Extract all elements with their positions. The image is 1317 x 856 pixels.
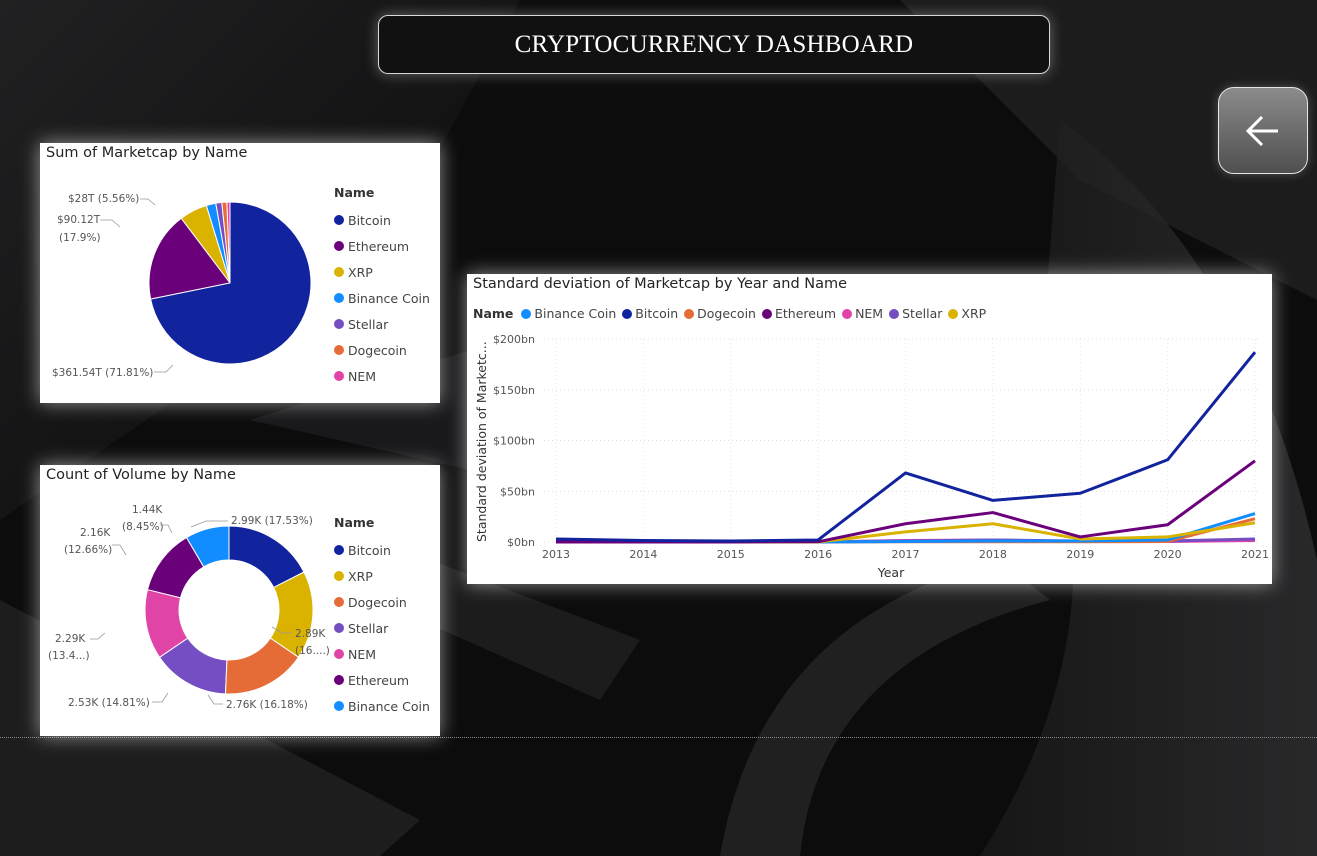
pie-legend-marker-dogecoin <box>334 345 344 355</box>
donut-legend-label-xrp: XRP <box>348 568 373 584</box>
donut-legend-item-nem[interactable]: NEM <box>334 641 430 667</box>
pie-label-ethereum-1: $90.12T <box>57 214 101 226</box>
donut-label-xrp-2: (16....) <box>295 645 330 657</box>
donut-label-binance-2: (8.45%) <box>122 521 164 533</box>
pie-legend-label-bitcoin: Bitcoin <box>348 212 391 228</box>
back-button[interactable] <box>1218 87 1308 174</box>
x-tick-label: 2019 <box>1066 548 1094 561</box>
donut-legend-item-xrp[interactable]: XRP <box>334 563 430 589</box>
donut-label-nem-2: (13.4...) <box>48 650 90 662</box>
x-tick-label: 2021 <box>1241 548 1269 561</box>
y-tick-label: $150bn <box>493 384 535 397</box>
pie-legend-marker-nem <box>334 371 344 381</box>
line-series-bitcoin[interactable] <box>555 351 1257 543</box>
pie-legend-item-nem[interactable]: NEM <box>334 363 430 389</box>
donut-legend-label-ethereum: Ethereum <box>348 672 410 688</box>
dashboard-title: CRYPTOCURRENCY DASHBOARD <box>378 15 1050 74</box>
pie-label-xrp: $28T (5.56%) <box>68 193 139 205</box>
pie-legend-item-bitcoin[interactable]: Bitcoin <box>334 207 430 233</box>
x-tick-label: 2017 <box>892 548 920 561</box>
donut-label-binance-1: 1.44K <box>132 504 163 516</box>
pie-legend-item-ethereum[interactable]: Ethereum <box>334 233 430 259</box>
donut-legend-item-bitcoin[interactable]: Bitcoin <box>334 537 430 563</box>
pie-legend-item-dogecoin[interactable]: Dogecoin <box>334 337 430 363</box>
donut-legend-item-stellar[interactable]: Stellar <box>334 615 430 641</box>
pie-legend-marker-stellar <box>334 319 344 329</box>
x-tick-label: 2013 <box>542 548 570 561</box>
pie-label-bitcoin: $361.54T (71.81%) <box>52 367 153 379</box>
y-axis-title: Standard deviation of Marketc... <box>474 341 489 542</box>
y-tick-label: $0bn <box>507 536 535 549</box>
donut-legend-label-bitcoin: Bitcoin <box>348 542 391 558</box>
volume-donut-card[interactable]: Count of Volume by Name 2.99K (17.53%) 2… <box>40 465 440 736</box>
donut-legend-title: Name <box>334 515 375 530</box>
donut-legend-label-dogecoin: Dogecoin <box>348 594 407 610</box>
donut-legend-marker-ethereum <box>334 675 344 685</box>
divider-line <box>0 737 1317 738</box>
donut-label-ethereum-1: 2.16K <box>80 527 111 539</box>
donut-legend-item-dogecoin[interactable]: Dogecoin <box>334 589 430 615</box>
x-tick-label: 2018 <box>979 548 1007 561</box>
donut-label-stellar: 2.53K (14.81%) <box>68 697 150 709</box>
pie-legend-label-dogecoin: Dogecoin <box>348 342 407 358</box>
x-tick-label: 2020 <box>1154 548 1182 561</box>
pie-legend-item-xrp[interactable]: XRP <box>334 259 430 285</box>
pie-legend-marker-xrp <box>334 267 344 277</box>
donut-label-ethereum-2: (12.66%) <box>64 544 112 556</box>
donut-legend-label-binance-coin: Binance Coin <box>348 698 430 714</box>
pie-legend-marker-ethereum <box>334 241 344 251</box>
x-tick-label: 2016 <box>804 548 832 561</box>
donut-legend-item-binance-coin[interactable]: Binance Coin <box>334 693 430 719</box>
donut-legend-marker-nem <box>334 649 344 659</box>
pie-legend-item-stellar[interactable]: Stellar <box>334 311 430 337</box>
donut-legend-marker-dogecoin <box>334 597 344 607</box>
donut-label-nem-1: 2.29K <box>55 633 86 645</box>
pie-legend-label-binance-coin: Binance Coin <box>348 290 430 306</box>
pie-legend-label-ethereum: Ethereum <box>348 238 410 254</box>
pie-legend-label-nem: NEM <box>348 368 377 384</box>
x-tick-label: 2015 <box>717 548 745 561</box>
donut-slice-bitcoin[interactable] <box>228 525 305 589</box>
stddev-line-card[interactable]: Standard deviation of Marketcap by Year … <box>467 274 1272 584</box>
donut-legend: Name Bitcoin XRP Dogecoin Stellar NEM Ethereu… <box>334 515 430 719</box>
pie-legend-title: Name <box>334 185 375 200</box>
pie-legend-item-binance-coin[interactable]: Binance Coin <box>334 285 430 311</box>
stddev-line-chart[interactable]: Standard deviation of Marketc... Year $2… <box>467 274 1272 584</box>
pie-legend: Name Bitcoin Ethereum XRP Binance Coin Stell… <box>334 185 430 389</box>
pie-legend-label-stellar: Stellar <box>348 316 389 332</box>
y-tick-label: $100bn <box>493 435 535 448</box>
marketcap-pie-card[interactable]: Sum of Marketcap by Name $28T (5.56%) $9… <box>40 143 440 403</box>
donut-legend-marker-stellar <box>334 623 344 633</box>
pie-legend-label-xrp: XRP <box>348 264 373 280</box>
x-tick-label: 2014 <box>629 548 657 561</box>
donut-legend-marker-binance-coin <box>334 701 344 711</box>
y-tick-label: $50bn <box>500 485 535 498</box>
donut-legend-marker-bitcoin <box>334 545 344 555</box>
pie-label-ethereum-2: (17.9%) <box>59 232 101 244</box>
x-axis-title: Year <box>877 565 905 580</box>
donut-label-bitcoin: 2.99K (17.53%) <box>231 515 313 527</box>
donut-legend-item-ethereum[interactable]: Ethereum <box>334 667 430 693</box>
donut-legend-marker-xrp <box>334 571 344 581</box>
donut-label-xrp-1: 2.89K <box>295 628 326 640</box>
y-tick-label: $200bn <box>493 333 535 346</box>
pie-legend-marker-binance-coin <box>334 293 344 303</box>
arrow-left-icon <box>1245 115 1278 146</box>
donut-legend-label-nem: NEM <box>348 646 377 662</box>
donut-legend-label-stellar: Stellar <box>348 620 389 636</box>
donut-label-dogecoin: 2.76K (16.18%) <box>226 699 308 711</box>
pie-legend-marker-bitcoin <box>334 215 344 225</box>
